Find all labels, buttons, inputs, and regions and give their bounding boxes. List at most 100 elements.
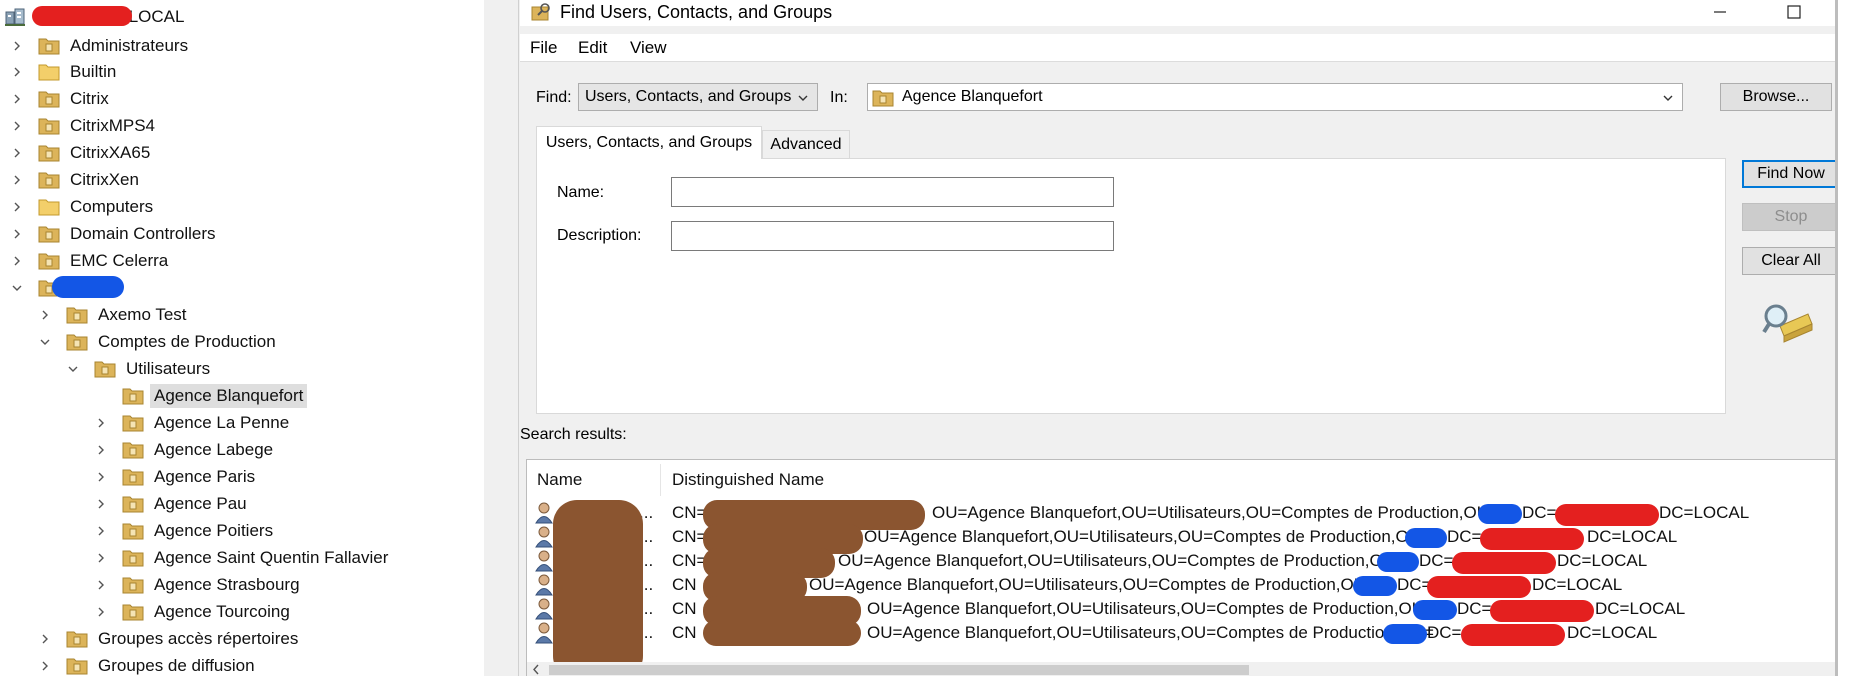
tree-item-citrixxen[interactable]: CitrixXen <box>10 166 143 193</box>
menu-file[interactable]: File <box>530 38 557 58</box>
chevron-right-icon[interactable] <box>94 524 108 538</box>
chevron-right-icon[interactable] <box>38 659 52 673</box>
maximize-button[interactable] <box>1764 0 1824 24</box>
chevron-down-icon[interactable] <box>10 281 24 295</box>
tree-item-builtin[interactable]: Builtin <box>10 58 120 85</box>
clear-all-button[interactable]: Clear All <box>1742 247 1840 275</box>
find-type-combo[interactable]: Users, Contacts, and Groups <box>578 83 818 111</box>
tree-item-groupes-de-diffusion[interactable]: Groupes de diffusion <box>38 652 259 676</box>
tree-item-citrixxa65[interactable]: CitrixXA65 <box>10 139 154 166</box>
pane-divider[interactable] <box>484 0 520 676</box>
menu-edit[interactable]: Edit <box>578 38 607 58</box>
column-header-distinguished-name[interactable]: Distinguished Name <box>672 470 824 490</box>
tree-item-label: Administrateurs <box>70 35 189 55</box>
minimize-icon <box>1714 11 1726 13</box>
ou-folder-icon <box>122 496 144 513</box>
tree-item-label: Citrix <box>70 88 109 108</box>
search-results-list[interactable]: Name Distinguished Name ... CN= OU=Agenc… <box>526 459 1836 676</box>
tree-item-agence-poitiers[interactable]: Agence Poitiers <box>94 517 277 544</box>
chevron-right-icon[interactable] <box>94 416 108 430</box>
tree-item-agence-strasbourg[interactable]: Agence Strasbourg <box>94 571 304 598</box>
chevron-right-icon[interactable] <box>10 254 24 268</box>
minimize-button[interactable] <box>1690 0 1750 24</box>
chevron-right-icon[interactable] <box>10 200 24 214</box>
tree-item-administrateurs[interactable]: Administrateurs <box>10 32 192 59</box>
browse-button[interactable]: Browse... <box>1720 83 1832 111</box>
chevron-down-icon[interactable] <box>66 362 80 376</box>
chevron-right-icon[interactable] <box>10 92 24 106</box>
chevron-right-icon[interactable] <box>94 470 108 484</box>
chevron-right-icon[interactable] <box>10 119 24 133</box>
search-animation-icon <box>1762 304 1813 343</box>
tree-item-agence-la-penne[interactable]: Agence La Penne <box>94 409 293 436</box>
result-dn-dc1: DC= <box>1419 551 1454 570</box>
column-header-name[interactable]: Name <box>537 470 582 490</box>
chevron-right-icon[interactable] <box>38 308 52 322</box>
tree-item-label: Agence La Penne <box>154 412 290 432</box>
tree-item-domain-controllers[interactable]: Domain Controllers <box>10 220 220 247</box>
chevron-right-icon[interactable] <box>10 65 24 79</box>
desktop-background <box>1838 0 1855 676</box>
find-now-button[interactable]: Find Now <box>1742 160 1840 188</box>
horizontal-scrollbar[interactable] <box>527 662 1836 676</box>
tree-item-comptes-de-production[interactable]: Comptes de Production <box>38 328 280 355</box>
result-dn-dc2: DC=LOCAL <box>1532 575 1623 594</box>
description-label: Description: <box>557 227 642 244</box>
chevron-right-icon[interactable] <box>94 551 108 565</box>
tab-advanced[interactable]: Advanced <box>762 130 850 158</box>
tree-item-agence-paris[interactable]: Agence Paris <box>94 463 259 490</box>
result-dn-ou: OU=Agence Blanquefort,OU=Utilisateurs,OU… <box>838 551 1405 570</box>
tree-item-agence-tourcoing[interactable]: Agence Tourcoing <box>94 598 294 625</box>
ou-folder-icon <box>66 307 88 324</box>
tree-item-citrixmps4[interactable]: CitrixMPS4 <box>10 112 159 139</box>
stop-button[interactable]: Stop <box>1742 203 1840 231</box>
tree-item-label: CitrixMPS4 <box>70 115 156 135</box>
tree-item-label: Domain Controllers <box>70 223 216 243</box>
tree-item-utilisateurs[interactable]: Utilisateurs <box>66 355 214 382</box>
chevron-right-icon[interactable] <box>10 173 24 187</box>
tree-item-agence-blanquefort[interactable]: Agence Blanquefort <box>94 382 308 409</box>
tree-item-axemo-test[interactable]: Axemo Test <box>38 301 191 328</box>
chevron-right-icon[interactable] <box>94 605 108 619</box>
tree-item-citrix[interactable]: Citrix <box>10 85 113 112</box>
menu-view[interactable]: View <box>630 38 667 58</box>
redaction-mark <box>1383 624 1427 644</box>
result-dn-ou: OU=Agence Blanquefort,OU=Utilisateurs,OU… <box>867 599 1434 618</box>
tree-item-label: EMC Celerra <box>70 250 169 270</box>
tree-item-label: Agence Labege <box>154 439 274 459</box>
column-separator[interactable] <box>660 464 661 496</box>
ou-folder-icon <box>122 604 144 621</box>
chevron-right-icon[interactable] <box>94 443 108 457</box>
tab-users-contacts-groups[interactable]: Users, Contacts, and Groups <box>536 126 762 159</box>
redaction-mark <box>1377 552 1419 572</box>
redaction-mark <box>703 620 861 646</box>
chevron-right-icon[interactable] <box>10 146 24 160</box>
tree-item-groupes-acces-repertoires[interactable]: Groupes accès répertoires <box>38 625 302 652</box>
ou-folder-icon <box>66 631 88 648</box>
chevron-right-icon[interactable] <box>10 39 24 53</box>
in-location-combo[interactable]: Agence Blanquefort <box>867 83 1683 111</box>
tree-item-label: Computers <box>70 196 154 216</box>
tree-item-emc-celerra[interactable]: EMC Celerra <box>10 247 172 274</box>
chevron-right-icon[interactable] <box>94 497 108 511</box>
description-input[interactable] <box>671 221 1114 251</box>
horizontal-scrollbar-thumb[interactable] <box>549 665 1249 675</box>
scroll-left-icon[interactable] <box>531 664 541 675</box>
ou-folder-icon <box>122 388 144 405</box>
user-icon <box>535 622 553 644</box>
chevron-right-icon[interactable] <box>38 632 52 646</box>
find-users-icon <box>531 3 550 21</box>
dialog-titlebar[interactable]: Find Users, Contacts, and Groups <box>520 0 1836 26</box>
result-dn-ou: OU=Agence Blanquefort,OU=Utilisateurs,OU… <box>809 575 1376 594</box>
name-input[interactable] <box>671 177 1114 207</box>
tree-item-agence-saint-quentin-fallavier[interactable]: Agence Saint Quentin Fallavier <box>94 544 392 571</box>
tree-item-computers[interactable]: Computers <box>10 193 157 220</box>
chevron-right-icon[interactable] <box>94 578 108 592</box>
chevron-right-icon[interactable] <box>10 227 24 241</box>
result-dn-prefix: CN= <box>672 551 707 570</box>
tree-item-agence-labege[interactable]: Agence Labege <box>94 436 277 463</box>
tree-item-agence-pau[interactable]: Agence Pau <box>94 490 251 517</box>
result-dn-prefix: CN <box>672 599 697 618</box>
chevron-down-icon[interactable] <box>38 335 52 349</box>
